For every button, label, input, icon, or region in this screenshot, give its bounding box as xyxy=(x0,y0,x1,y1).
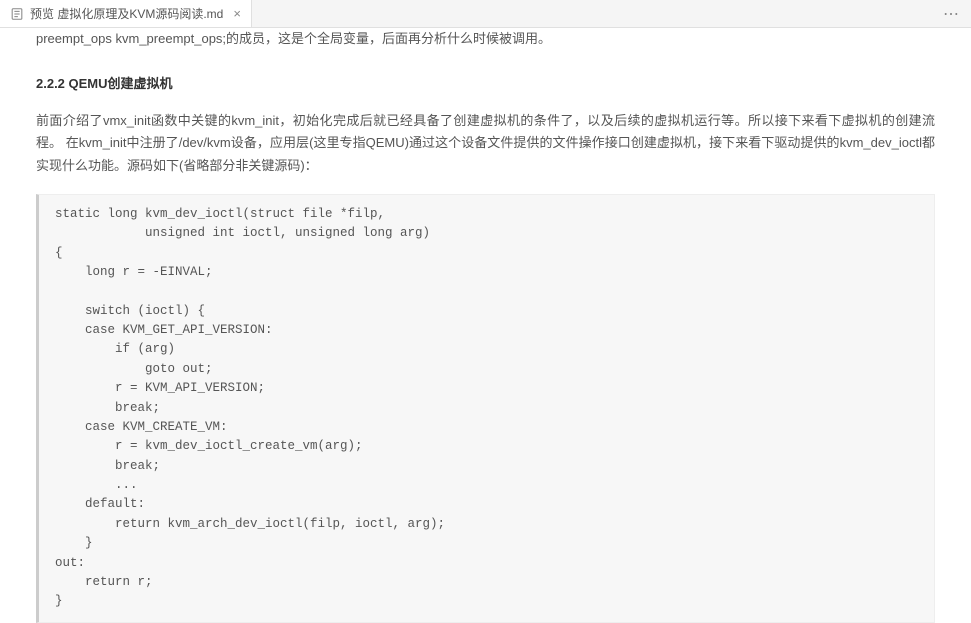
close-icon[interactable]: × xyxy=(233,6,241,21)
section-paragraph: 前面介绍了vmx_init函数中关键的kvm_init，初始化完成后就已经具备了… xyxy=(36,110,935,178)
tab-title: 预览 虚拟化原理及KVM源码阅读.md xyxy=(30,5,223,22)
tab-bar: 预览 虚拟化原理及KVM源码阅读.md × ⋯ xyxy=(0,0,971,28)
editor-tab[interactable]: 预览 虚拟化原理及KVM源码阅读.md × xyxy=(0,0,252,27)
document-content: preempt_ops kvm_preempt_ops;的成员，这是个全局变量，… xyxy=(0,28,971,623)
partial-text-top: preempt_ops kvm_preempt_ops;的成员，这是个全局变量，… xyxy=(36,28,935,51)
file-icon xyxy=(10,7,24,21)
section-heading: 2.2.2 QEMU创建虚拟机 xyxy=(36,73,935,96)
code-block: static long kvm_dev_ioctl(struct file *f… xyxy=(36,194,935,623)
more-actions-icon[interactable]: ⋯ xyxy=(943,4,959,24)
